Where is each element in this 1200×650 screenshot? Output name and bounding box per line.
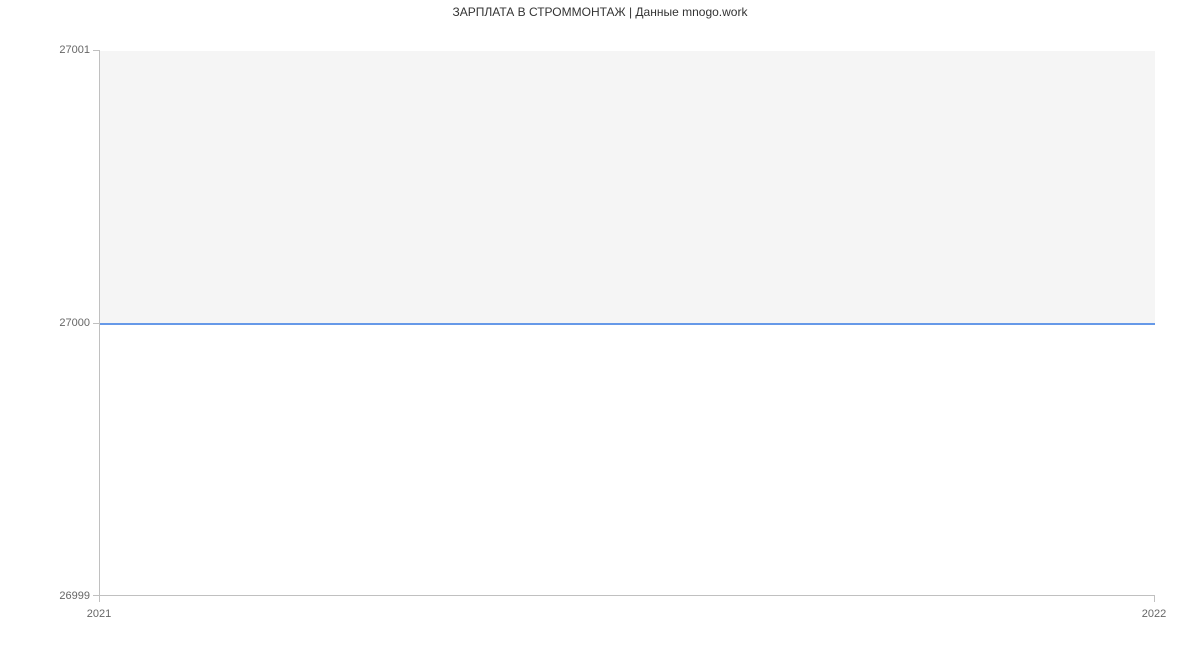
chart-title: ЗАРПЛАТА В СТРОММОНТАЖ | Данные mnogo.wo… (0, 5, 1200, 19)
x-tick (1154, 596, 1155, 602)
y-tick (93, 50, 99, 51)
y-axis-label: 27000 (59, 317, 90, 329)
series-area-fill (100, 324, 1155, 595)
x-axis-label: 2022 (1142, 608, 1166, 620)
series-line (100, 323, 1155, 325)
plot-area (99, 50, 1155, 596)
y-axis-label: 27001 (59, 44, 90, 56)
x-tick (99, 596, 100, 602)
chart-container: ЗАРПЛАТА В СТРОММОНТАЖ | Данные mnogo.wo… (0, 0, 1200, 650)
gridline-h-top (100, 50, 1155, 51)
y-axis-label: 26999 (59, 590, 90, 602)
y-tick (93, 323, 99, 324)
x-axis-label: 2021 (87, 608, 111, 620)
